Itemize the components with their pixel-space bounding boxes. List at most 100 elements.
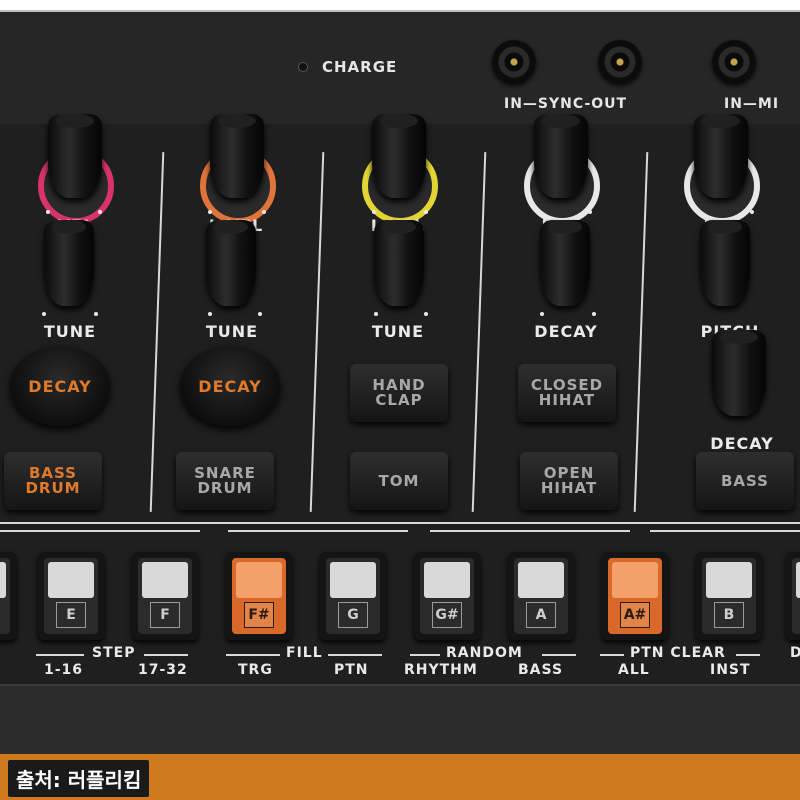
step-button-g[interactable]: G — [320, 552, 386, 640]
tom-button[interactable]: TOM — [350, 452, 448, 510]
scale-dot — [372, 210, 376, 214]
group-rule — [36, 654, 84, 656]
step-button-partial[interactable] — [0, 552, 16, 640]
group-rule — [736, 654, 760, 656]
panel-rule — [228, 530, 408, 532]
scale-dot — [94, 312, 98, 316]
tom-label: TOM — [378, 471, 420, 490]
step-key-label: A — [526, 602, 556, 628]
step-key-label: A# — [620, 602, 650, 628]
bass-drum-button[interactable]: BASS DRUM — [4, 452, 102, 510]
scale-dot — [750, 210, 754, 214]
tune-knob[interactable] — [374, 220, 424, 306]
decay-button-label: DECAY — [28, 376, 92, 396]
step-1-16-label: 1-16 — [44, 662, 84, 678]
level-knob[interactable] — [48, 114, 102, 198]
step-button-partial[interactable] — [786, 552, 800, 640]
panel-rule — [0, 530, 200, 532]
scale-dot — [592, 312, 596, 316]
step-group-title: STEP — [92, 645, 136, 661]
tune-label: TUNE — [43, 322, 97, 341]
step-key-label: G# — [432, 602, 462, 628]
level-knob[interactable] — [694, 114, 748, 198]
tune-label: TUNE — [205, 322, 259, 341]
ptn-clear-group-title: PTN CLEAR — [630, 645, 726, 661]
step-button-a[interactable]: A — [508, 552, 574, 640]
decay-knob[interactable] — [540, 220, 590, 306]
decay-knob[interactable] — [712, 330, 766, 416]
step-key-label: B — [714, 602, 744, 628]
scale-dot — [424, 210, 428, 214]
panel-rule — [430, 530, 630, 532]
scale-dot — [98, 210, 102, 214]
tune-knob[interactable] — [44, 220, 94, 306]
midi-in-jack[interactable] — [712, 40, 756, 84]
photo-source-caption: 출처: 러플리킴 — [8, 760, 150, 797]
step-key-label: F# — [244, 602, 274, 628]
decay-button[interactable]: DECAY — [180, 346, 280, 426]
group-rule — [226, 654, 280, 656]
ptn-clear-inst-label: INST — [710, 662, 751, 678]
random-bass-label: BASS — [518, 662, 564, 678]
bass-button[interactable]: BASS — [696, 452, 794, 510]
group-rule — [328, 654, 382, 656]
step-button-e[interactable]: E — [38, 552, 104, 640]
drum-machine-photo: CHARGE IN—SYNC-OUT IN—MI VEL TUNE DECAY … — [0, 0, 800, 800]
edge-group-label: D — [790, 645, 800, 661]
bass-label: BASS — [721, 471, 769, 490]
charge-label: CHARGE — [322, 58, 398, 76]
random-rhythm-label: RHYTHM — [404, 662, 478, 678]
decay-button[interactable]: DECAY — [10, 346, 110, 426]
midi-label: IN—MI — [724, 96, 780, 112]
tune-knob[interactable] — [206, 220, 256, 306]
step-button-a-sharp[interactable]: A# — [602, 552, 668, 640]
sync-out-jack[interactable] — [598, 40, 642, 84]
group-rule — [144, 654, 188, 656]
level-knob[interactable] — [372, 114, 426, 198]
step-key-label: F — [150, 602, 180, 628]
bass-drum-label-2: DRUM — [25, 479, 81, 497]
charge-led — [298, 62, 308, 72]
sync-in-jack[interactable] — [492, 40, 536, 84]
step-key-label: E — [56, 602, 86, 628]
scale-dot — [208, 312, 212, 316]
step-button-f-sharp[interactable]: F# — [226, 552, 292, 640]
decay-button-label: DECAY — [198, 376, 262, 396]
sync-label: IN—SYNC-OUT — [504, 96, 628, 112]
scale-dot — [46, 210, 50, 214]
scale-dot — [258, 312, 262, 316]
scale-dot — [374, 312, 378, 316]
scale-dot — [536, 210, 540, 214]
group-rule — [410, 654, 440, 656]
hand-clap-label-2: CLAP — [375, 391, 423, 409]
step-button-f[interactable]: F — [132, 552, 198, 640]
open-hihat-button[interactable]: OPEN HIHAT — [520, 452, 618, 510]
step-button-b[interactable]: B — [696, 552, 762, 640]
scale-dot — [262, 210, 266, 214]
step-17-32-label: 17-32 — [138, 662, 188, 678]
decay-label: DECAY — [710, 434, 774, 453]
closed-hihat-label-2: HIHAT — [538, 391, 596, 409]
closed-hihat-button[interactable]: CLOSED HIHAT — [518, 364, 616, 422]
step-key-label: G — [338, 602, 368, 628]
panel-rule — [650, 530, 800, 532]
scale-dot — [698, 210, 702, 214]
random-group-title: RANDOM — [446, 645, 523, 661]
level-knob[interactable] — [534, 114, 588, 198]
step-button-g-sharp[interactable]: G# — [414, 552, 480, 640]
snare-drum-button[interactable]: SNARE DRUM — [176, 452, 274, 510]
scale-dot — [42, 312, 46, 316]
decay-label: DECAY — [534, 322, 598, 341]
scale-dot — [588, 210, 592, 214]
fill-trg-label: TRG — [238, 662, 273, 678]
upper-panel — [0, 12, 800, 124]
open-hihat-label-2: HIHAT — [540, 479, 598, 497]
pitch-knob[interactable] — [700, 220, 750, 306]
hand-clap-button[interactable]: HAND CLAP — [350, 364, 448, 422]
tune-label: TUNE — [371, 322, 425, 341]
group-rule — [542, 654, 576, 656]
scale-dot — [424, 312, 428, 316]
scale-dot — [208, 210, 212, 214]
level-knob[interactable] — [210, 114, 264, 198]
scale-dot — [540, 312, 544, 316]
